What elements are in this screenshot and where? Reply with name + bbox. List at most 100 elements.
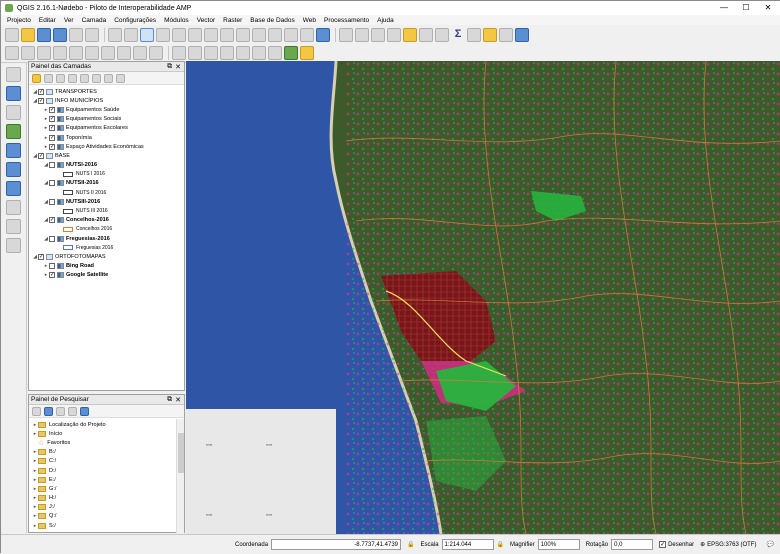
remove-layer-icon[interactable] xyxy=(116,74,125,83)
browser-item[interactable]: ▸D:/ xyxy=(29,466,184,475)
layer-checkbox[interactable]: ✓ xyxy=(49,217,55,223)
layer-item[interactable]: ▸Bing Road xyxy=(29,262,184,271)
layer-checkbox[interactable]: ✓ xyxy=(38,153,44,159)
browser-item[interactable]: ☆Favoritos xyxy=(29,438,184,447)
add-selected-layers-icon[interactable] xyxy=(32,407,41,416)
layer-checkbox[interactable]: ✓ xyxy=(49,144,55,150)
layer-group[interactable]: ◢✓BASE xyxy=(29,151,184,160)
magnifier-field[interactable]: 100% xyxy=(538,539,580,550)
layer-checkbox[interactable] xyxy=(49,263,55,269)
rotation-field[interactable]: 0,0 xyxy=(611,539,653,550)
zoom-full-icon[interactable] xyxy=(188,28,202,42)
lock-scale-icon[interactable]: 🔒 xyxy=(497,541,504,548)
layer-item[interactable]: ▸✓Toponímia xyxy=(29,133,184,142)
label-tool-2-icon[interactable] xyxy=(268,46,282,60)
menu-modulos[interactable]: Módulos xyxy=(164,17,189,24)
lock-icon[interactable]: 🔒 xyxy=(407,541,414,548)
toggle-editing-icon[interactable] xyxy=(21,46,35,60)
messages-icon[interactable]: 💬 xyxy=(766,541,773,548)
label-tool-icon[interactable] xyxy=(172,46,186,60)
collapse-browser-icon[interactable] xyxy=(68,407,77,416)
layer-item[interactable]: ▸✓Equipamentos Escolares xyxy=(29,124,184,133)
float-panel-icon[interactable]: ⧉ xyxy=(167,63,172,71)
browser-item[interactable]: ▸C:/ xyxy=(29,457,184,466)
run-action-icon[interactable] xyxy=(355,28,369,42)
save-as-icon[interactable] xyxy=(53,28,67,42)
show-bookmarks-icon[interactable] xyxy=(300,28,314,42)
styling-icon[interactable] xyxy=(32,74,41,83)
legend-symbol-row[interactable]: NUTS I 2016 xyxy=(29,170,184,179)
layer-checkbox[interactable]: ✓ xyxy=(38,254,44,260)
manage-map-themes-icon[interactable] xyxy=(56,74,65,83)
composer-manager-icon[interactable] xyxy=(85,28,99,42)
browser-item[interactable]: ▸J:/ xyxy=(29,503,184,512)
menu-base-de-dados[interactable]: Base de Dados xyxy=(250,17,294,24)
browser-item[interactable]: ▸Q:/ xyxy=(29,512,184,521)
pin-labels-icon[interactable] xyxy=(188,46,202,60)
cut-features-icon[interactable] xyxy=(117,46,131,60)
zoom-out-icon[interactable] xyxy=(156,28,170,42)
zoom-last-icon[interactable] xyxy=(236,28,250,42)
menu-ajuda[interactable]: Ajuda xyxy=(377,17,394,24)
refresh-icon[interactable] xyxy=(316,28,330,42)
refresh-browser-icon[interactable] xyxy=(44,407,53,416)
browser-item[interactable]: ▸E:/ xyxy=(29,475,184,484)
layer-checkbox[interactable] xyxy=(49,199,55,205)
pan-to-selection-icon[interactable] xyxy=(124,28,138,42)
edits-icon[interactable] xyxy=(5,46,19,60)
browser-item[interactable]: ▸Início xyxy=(29,429,184,438)
close-panel-icon[interactable]: ✕ xyxy=(175,63,181,71)
menu-camada[interactable]: Camada xyxy=(82,17,107,24)
new-shapefile-icon[interactable] xyxy=(6,238,21,253)
add-raster-layer-icon[interactable] xyxy=(6,86,21,101)
add-wcs-layer-icon[interactable] xyxy=(6,181,21,196)
change-label-icon[interactable] xyxy=(252,46,266,60)
menu-projecto[interactable]: Projecto xyxy=(7,17,31,24)
identify-icon[interactable] xyxy=(339,28,353,42)
field-calculator-icon[interactable] xyxy=(435,28,449,42)
save-edits-icon[interactable] xyxy=(37,46,51,60)
menu-editar[interactable]: Editar xyxy=(39,17,56,24)
layer-item[interactable]: ◢NUTSI-2016 xyxy=(29,161,184,170)
legend-symbol-row[interactable]: Concelhos 2016 xyxy=(29,225,184,234)
add-vector-layer-icon[interactable] xyxy=(6,67,21,82)
add-wms-layer-icon[interactable] xyxy=(6,162,21,177)
paste-features-icon[interactable] xyxy=(149,46,163,60)
deselect-icon[interactable] xyxy=(403,28,417,42)
new-bookmark-icon[interactable] xyxy=(284,28,298,42)
layer-group[interactable]: ◢✓TRANSPORTES xyxy=(29,87,184,96)
filter-browser-icon[interactable] xyxy=(56,407,65,416)
menu-raster[interactable]: Raster xyxy=(223,17,242,24)
layer-checkbox[interactable]: ✓ xyxy=(49,125,55,131)
coordinate-field[interactable]: -8.7737,41.4739 xyxy=(271,539,401,550)
map-canvas[interactable]: ▪▪▪▪▪ ▪▪▪▪▪ ▪▪▪▪▪ ▪▪▪▪▪ xyxy=(186,61,780,534)
expand-all-icon[interactable] xyxy=(92,74,101,83)
layer-item[interactable]: ◢NUTSIII-2016 xyxy=(29,197,184,206)
zoom-layer-icon[interactable] xyxy=(220,28,234,42)
layer-checkbox[interactable]: ✓ xyxy=(49,135,55,141)
scale-field[interactable]: 1:214.044 xyxy=(442,539,494,550)
copy-features-icon[interactable] xyxy=(133,46,147,60)
layer-checkbox[interactable]: ✓ xyxy=(49,116,55,122)
maximize-icon[interactable]: ☐ xyxy=(735,1,757,14)
browser-item[interactable]: ▸S:/ xyxy=(29,521,184,530)
browser-item[interactable]: ▸Localização do Projeto xyxy=(29,420,184,429)
layer-group[interactable]: ◢✓ORTOFOTOMAPAS xyxy=(29,252,184,261)
openlayers-plugin-icon[interactable] xyxy=(284,46,298,60)
statistics-sigma-icon[interactable]: Σ xyxy=(451,28,465,42)
text-annotation-icon[interactable] xyxy=(499,28,513,42)
minimize-icon[interactable]: — xyxy=(713,1,735,14)
layer-item[interactable]: ▸✓Equipamentos Saúde xyxy=(29,105,184,114)
filter-legend-icon[interactable] xyxy=(68,74,77,83)
zoom-next-icon[interactable] xyxy=(252,28,266,42)
float-panel-icon[interactable]: ⧉ xyxy=(167,396,172,404)
add-mssql-layer-icon[interactable] xyxy=(6,143,21,158)
measure-icon[interactable] xyxy=(467,28,481,42)
new-project-icon[interactable] xyxy=(5,28,19,42)
python-plugin-icon[interactable] xyxy=(300,46,314,60)
crs-label[interactable]: EPSG:3763 (OTF) xyxy=(707,542,756,548)
attribute-table-icon[interactable] xyxy=(419,28,433,42)
scrollbar-thumb[interactable] xyxy=(178,433,184,473)
add-group-icon[interactable] xyxy=(44,74,53,83)
layer-checkbox[interactable]: ✓ xyxy=(38,89,44,95)
